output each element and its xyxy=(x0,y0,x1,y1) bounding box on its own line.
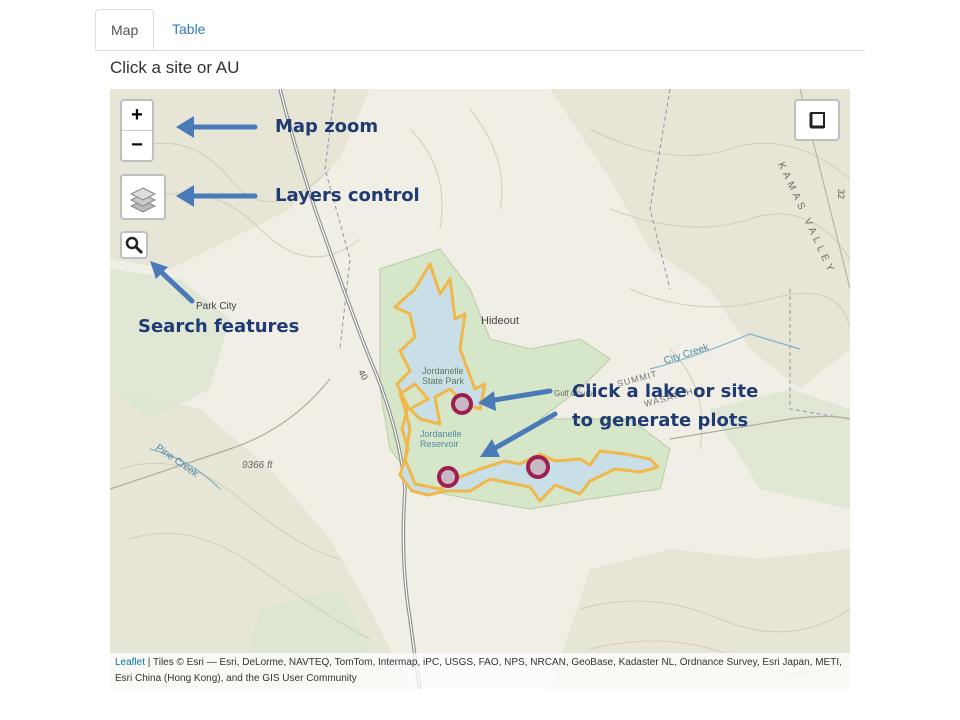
annotation-layers-control: Layers control xyxy=(275,185,420,206)
site-marker[interactable] xyxy=(451,393,473,415)
search-button[interactable] xyxy=(120,231,148,259)
tab-map[interactable]: Map xyxy=(95,9,154,50)
hideout-label: Hideout xyxy=(481,315,519,327)
jordanelle-reservoir-label: Jordanelle Reservoir xyxy=(420,429,462,449)
annotation-map-zoom: Map zoom xyxy=(275,116,379,137)
site-marker[interactable] xyxy=(526,455,550,479)
layers-icon xyxy=(129,187,157,213)
annotation-search-features: Search features xyxy=(138,316,300,337)
map-attribution: Leaflet | Tiles © Esri — Esri, DeLorme, … xyxy=(110,653,850,689)
map-container[interactable]: 40 32 Pine Creek City Creek KAMAS VALLEY… xyxy=(110,89,850,689)
fullscreen-button[interactable] xyxy=(794,99,840,141)
map-instruction: Click a site or AU xyxy=(110,58,240,77)
fullscreen-icon xyxy=(809,112,825,129)
elevation-label: 9366 ft xyxy=(242,460,273,471)
leaflet-link[interactable]: Leaflet xyxy=(115,657,145,668)
layers-control-button[interactable] xyxy=(120,174,166,220)
search-icon xyxy=(125,236,143,254)
zoom-control: + − xyxy=(120,99,154,162)
tab-table[interactable]: Table xyxy=(157,9,220,49)
zoom-out-button[interactable]: − xyxy=(122,131,152,160)
zoom-in-button[interactable]: + xyxy=(122,101,152,131)
site-marker[interactable] xyxy=(437,466,459,488)
park-city-label: Park City xyxy=(196,301,237,312)
annotation-click-site: Click a lake or site to generate plots xyxy=(572,381,759,431)
tab-bar: Map Table xyxy=(95,9,865,51)
jordanelle-state-park-label: Jordanelle State Park xyxy=(422,366,465,386)
highway-32-label: 32 xyxy=(836,189,846,199)
